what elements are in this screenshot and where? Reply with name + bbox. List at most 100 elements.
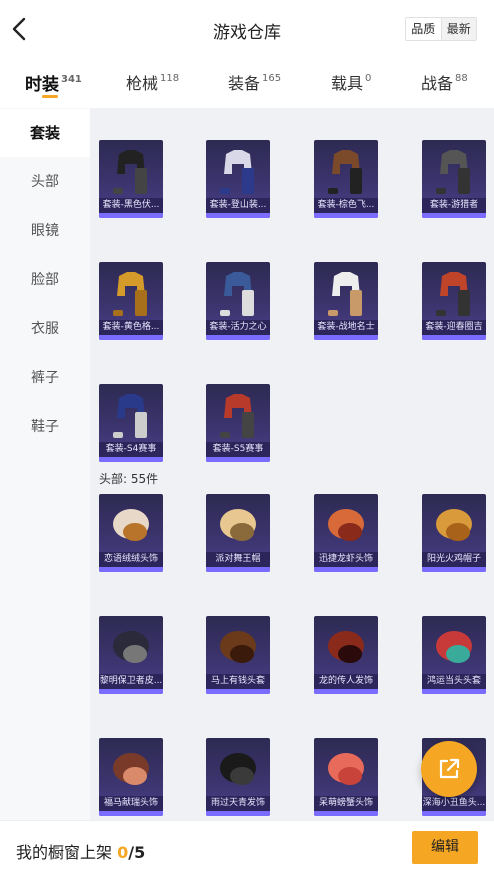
head-name: 深海小丑鱼头... <box>422 796 486 811</box>
suit-card[interactable]: 套装-战地名士 <box>314 262 378 340</box>
brown-flight-suit-icon <box>320 144 372 198</box>
suit-card[interactable]: 套装-活力之心 <box>206 262 270 340</box>
rarity-bar <box>206 689 270 694</box>
showcase-current: 0 <box>117 843 129 862</box>
rarity-bar <box>99 567 163 572</box>
sidebar-item-glasses[interactable]: 眼镜 <box>0 207 90 255</box>
head-card[interactable]: 恋语绒绒头饰 <box>99 494 163 572</box>
footer: 我的橱窗上架 0/5 编辑 <box>0 820 494 875</box>
head-name: 阳光火鸡帽子 <box>422 552 486 567</box>
tab-fashion[interactable]: 时装 341 <box>25 70 82 98</box>
sidebar-item-head[interactable]: 头部 <box>0 158 90 206</box>
head-name: 龙的传人发饰 <box>314 674 378 689</box>
tab-supplies[interactable]: 战备 88 <box>421 70 468 94</box>
rarity-bar <box>206 335 270 340</box>
head-card[interactable]: 迅捷龙虾头饰 <box>314 494 378 572</box>
rarity-bar <box>422 689 486 694</box>
suit-name: 套装-登山装... <box>206 198 270 213</box>
showcase-total: /5 <box>128 843 146 862</box>
suit-card[interactable]: 套装-游猎者 <box>422 140 486 218</box>
rarity-bar <box>314 335 378 340</box>
sort-quality-button[interactable]: 品质 <box>406 18 442 40</box>
rarity-bar <box>99 811 163 816</box>
head-card[interactable]: 鸿运当头头套 <box>422 616 486 694</box>
suit-card[interactable]: 套装-黑色伏... <box>99 140 163 218</box>
rarity-bar <box>314 689 378 694</box>
rarity-bar <box>422 213 486 218</box>
head-name: 雨过天青发饰 <box>206 796 270 811</box>
suit-card[interactable]: 套装-登山装... <box>206 140 270 218</box>
rarity-bar <box>422 335 486 340</box>
yellow-suit-icon <box>105 266 157 320</box>
lobster-headwear-icon <box>320 498 372 552</box>
leather-cap-icon <box>105 620 157 674</box>
spring-suit-icon <box>428 266 480 320</box>
suit-name: 套装-活力之心 <box>206 320 270 335</box>
header: 游戏仓库 品质 最新 <box>0 0 494 58</box>
head-card[interactable]: 黎明保卫者皮... <box>99 616 163 694</box>
suit-name: 套装-黑色伏... <box>99 198 163 213</box>
rarity-bar <box>422 567 486 572</box>
crab-headwear-icon <box>320 742 372 796</box>
field-suit-icon <box>320 266 372 320</box>
head-name: 鸿运当头头套 <box>422 674 486 689</box>
active-tab-indicator <box>42 95 58 98</box>
head-card[interactable]: 呆萌螃蟹头饰 <box>314 738 378 816</box>
rarity-bar <box>206 457 270 462</box>
head-card[interactable]: 福马献瑞头饰 <box>99 738 163 816</box>
sidebar-item-shoes[interactable]: 鞋子 <box>0 403 90 451</box>
category-tabs: 时装 341 枪械 118 装备 165 载具 0 战备 88 <box>0 58 494 108</box>
head-card[interactable]: 阳光火鸡帽子 <box>422 494 486 572</box>
sidebar-item-clothes[interactable]: 衣服 <box>0 305 90 353</box>
tab-guns[interactable]: 枪械 118 <box>126 70 179 94</box>
head-name: 呆萌螃蟹头饰 <box>314 796 378 811</box>
s5-suit-icon <box>212 388 264 442</box>
tab-label: 装备 <box>228 74 261 93</box>
climbing-suit-icon <box>212 144 264 198</box>
head-name: 福马献瑞头饰 <box>99 796 163 811</box>
sidebar-item-suits[interactable]: 套装 <box>0 109 90 157</box>
tab-count: 118 <box>160 73 180 84</box>
sidebar-item-face[interactable]: 脸部 <box>0 256 90 304</box>
head-card[interactable]: 马上有钱头套 <box>206 616 270 694</box>
sort-toggle: 品质 最新 <box>405 17 477 41</box>
showcase-label: 我的橱窗上架 <box>16 843 113 862</box>
tab-label: 战备 <box>421 74 454 93</box>
suit-card[interactable]: 套装-S5赛事 <box>206 384 270 462</box>
rarity-bar <box>99 457 163 462</box>
suit-name: 套装-S5赛事 <box>206 442 270 457</box>
rarity-bar <box>314 811 378 816</box>
suit-card[interactable]: 套装-棕色飞... <box>314 140 378 218</box>
edit-button[interactable]: 编辑 <box>412 831 478 864</box>
head-name: 恋语绒绒头饰 <box>99 552 163 567</box>
s4-suit-icon <box>105 388 157 442</box>
lion-mask-icon <box>428 620 480 674</box>
suit-card[interactable]: 套装-黄色格... <box>99 262 163 340</box>
rarity-bar <box>99 335 163 340</box>
rarity-bar <box>314 213 378 218</box>
horse-headwear-icon <box>105 742 157 796</box>
head-card[interactable]: 派对舞王帽 <box>206 494 270 572</box>
dragon-hair-icon <box>320 620 372 674</box>
rarity-bar <box>99 213 163 218</box>
safari-suit-icon <box>428 144 480 198</box>
suit-card[interactable]: 套装-迎春圈吉 <box>422 262 486 340</box>
head-name: 派对舞王帽 <box>206 552 270 567</box>
section-label-head: 头部: 55件 <box>99 472 159 486</box>
tab-count: 341 <box>61 74 82 85</box>
tab-equipment[interactable]: 装备 165 <box>228 70 281 94</box>
sidebar-item-pants[interactable]: 裤子 <box>0 354 90 402</box>
rarity-bar <box>422 811 486 816</box>
share-button[interactable] <box>421 741 477 797</box>
sort-newest-button[interactable]: 最新 <box>441 18 476 40</box>
head-name: 马上有钱头套 <box>206 674 270 689</box>
suit-card[interactable]: 套装-S4赛事 <box>99 384 163 462</box>
head-name: 迅捷龙虾头饰 <box>314 552 378 567</box>
tab-vehicles[interactable]: 载具 0 <box>331 70 371 94</box>
turkey-hat-icon <box>428 498 480 552</box>
head-card[interactable]: 雨过天青发饰 <box>206 738 270 816</box>
head-card[interactable]: 龙的传人发饰 <box>314 616 378 694</box>
rarity-bar <box>314 567 378 572</box>
rarity-bar <box>206 213 270 218</box>
suit-name: 套装-游猎者 <box>422 198 486 213</box>
